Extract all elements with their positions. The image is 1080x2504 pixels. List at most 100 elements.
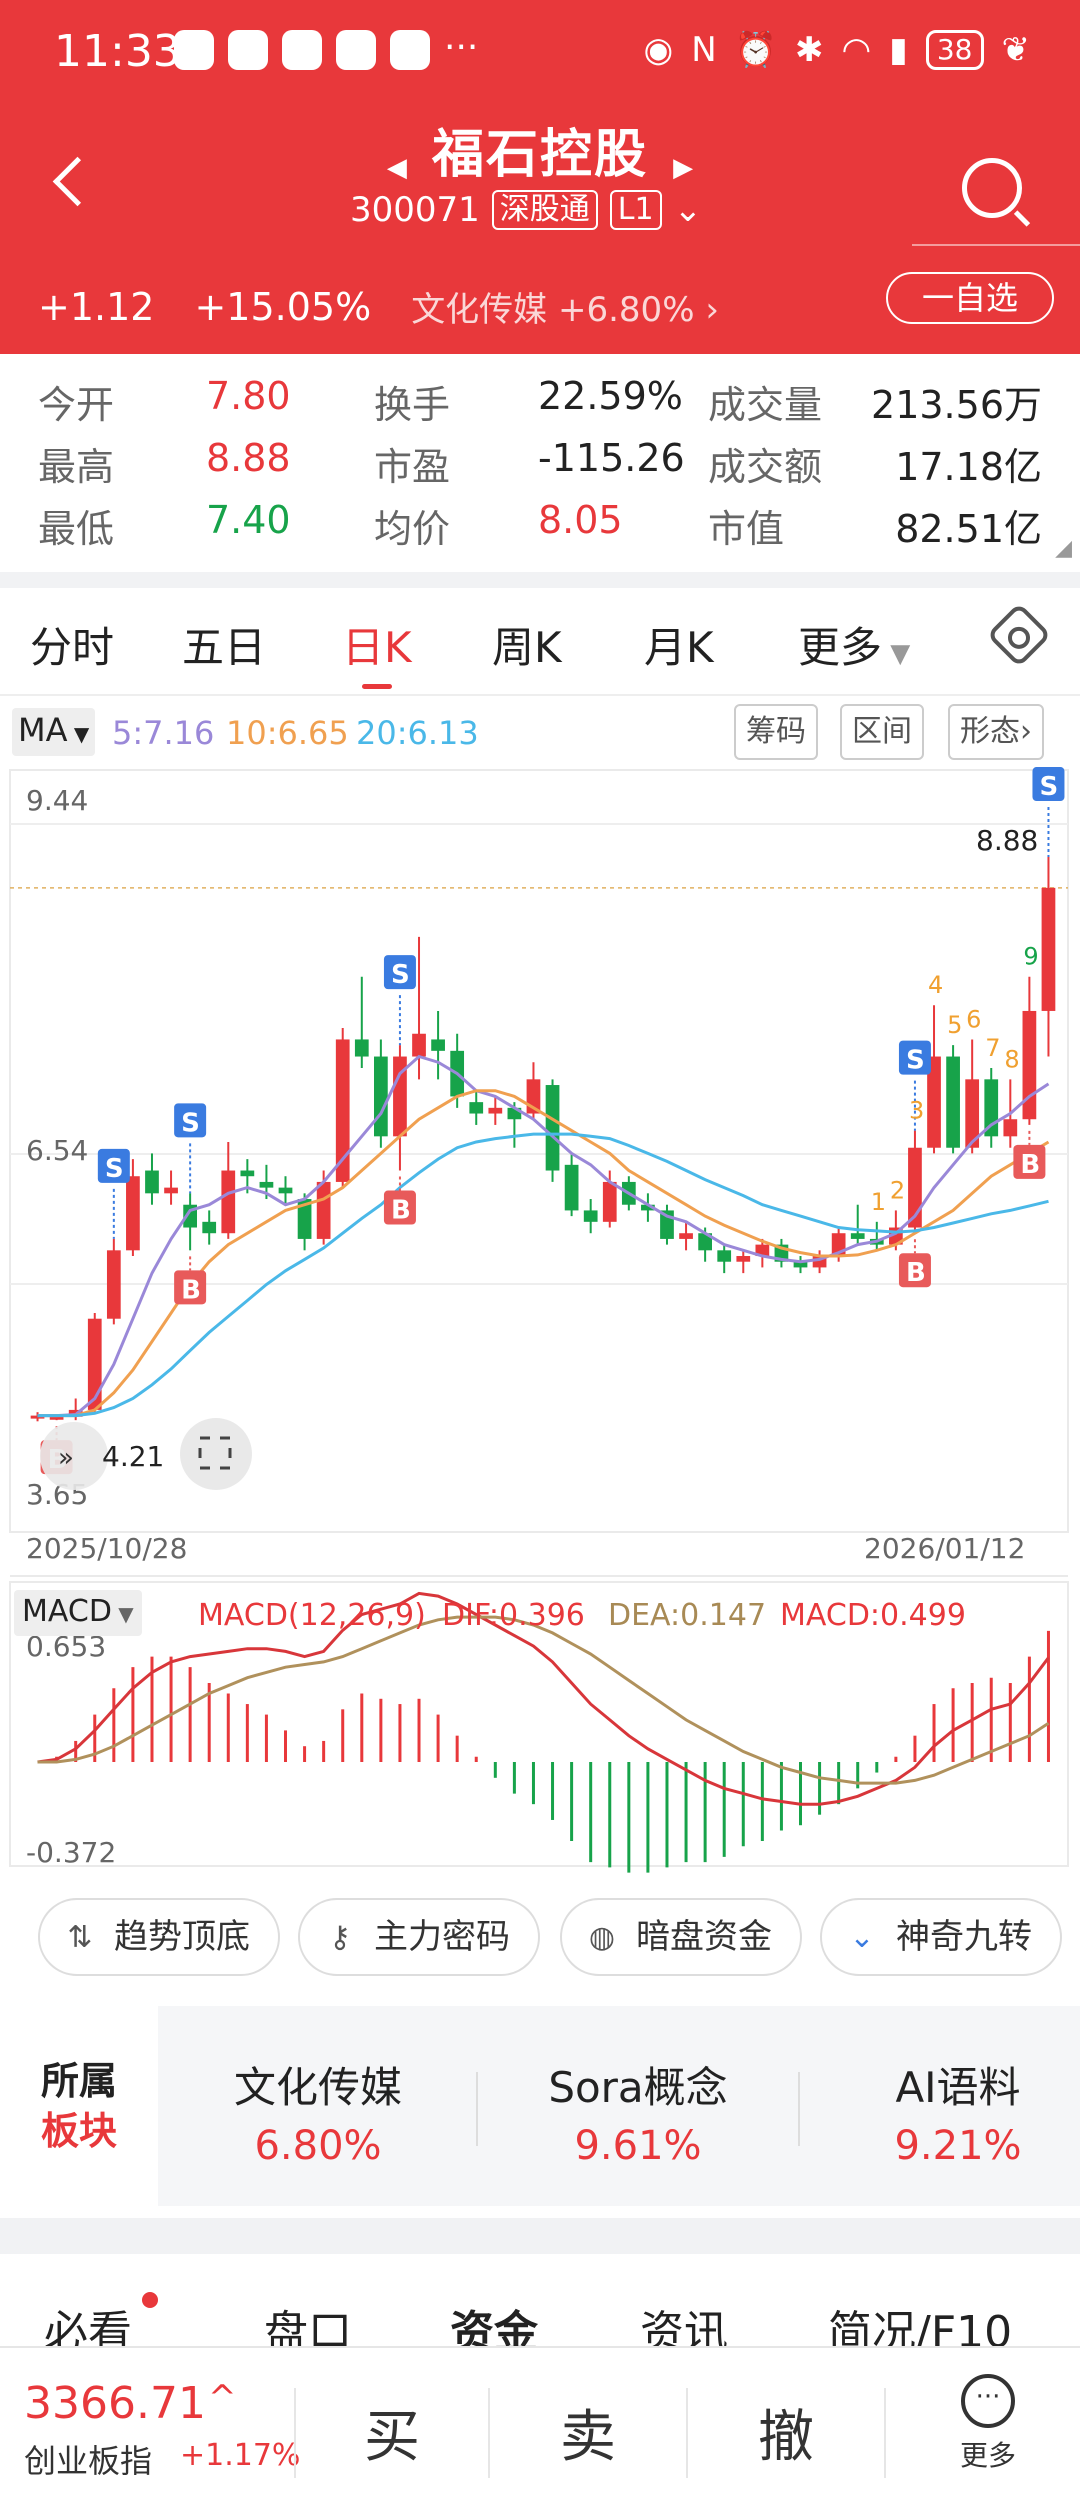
sector-title-line1: 所属 [40,2059,117,2103]
mcap-value: 82.51亿 [895,507,1042,551]
fullscreen-icon[interactable] [180,1418,252,1490]
sector-item-sora[interactable]: Sora概念 9.61% [488,2054,788,2169]
marker-b-label: B [1020,1150,1040,1180]
kline-chart[interactable]: 9.44 6.54 3.65 SBSBSBSBBS123456789 8.88 … [0,764,1080,1874]
nine-turn-digit: 7 [985,1034,1000,1062]
add-watchlist-button[interactable]: 一自选 [886,272,1054,324]
pe-value: -115.26 [538,436,685,480]
header: 11:33 ··· ◉ N ⏰ ✱ ◠ ▮ 38 ❦ ◀ 福石控股 ▶ 3000… [0,0,1080,354]
macd-value: MACD:0.499 [780,1598,966,1633]
sector-item-value: 9.21% [894,2123,1022,2169]
sell-button[interactable]: 卖 [528,2392,648,2473]
more-button[interactable]: ··· 更多 [940,2374,1036,2474]
sector-panel: 所属 板块 文化传媒 6.80% Sora概念 9.61% AI语料 9.21% [0,2006,1080,2206]
candle-body [488,1107,503,1114]
open-label: 今开 [38,383,115,427]
search-icon[interactable] [962,158,1022,218]
chip-label: 主力密码 [374,1917,510,1957]
macd-select[interactable]: MACD ▼ [14,1590,142,1636]
notification-icons: ··· [174,30,478,70]
chip-trend[interactable]: ⇅ 趋势顶底 [38,1898,280,1976]
ma10-value: 10:6.65 [226,714,349,752]
candle-body [431,1039,445,1051]
sector-item-name: 文化传媒 [233,2063,402,2112]
tab-weekly-k[interactable]: 周K [492,614,562,675]
low-value: 7.40 [206,498,291,542]
tab-intraday[interactable]: 分时 [30,614,114,675]
app-icon [390,30,430,70]
sector-item-ai-corpus[interactable]: AI语料 9.21% [808,2054,1080,2169]
candle-body [202,1221,217,1234]
tab-daily-k[interactable]: 日K [342,614,412,675]
date-start: 2025/10/28 [26,1532,187,1565]
sector-item-media[interactable]: 文化传媒 6.80% [168,2054,468,2169]
candle-body [354,1039,369,1057]
info-tabs: 必看 盘口 资金 资讯 简况/F10 [0,2268,1080,2358]
y-axis-top: 9.44 [26,784,88,817]
sector-title-line2: 板块 [40,2109,117,2153]
nine-turn-digit: 2 [890,1176,905,1204]
candle-body [126,1176,140,1251]
range-button[interactable]: 区间 [840,704,924,760]
level-tag[interactable]: L1 [609,190,662,230]
prev-stock-icon[interactable]: ◀ [387,153,407,183]
chip-dark-fund[interactable]: ◍ 暗盘资金 [560,1898,802,1976]
nine-turn-digit: 8 [1004,1045,1019,1073]
ma-select[interactable]: MA ▼ [12,708,96,756]
index-change: +1.17% [180,2438,301,2473]
period-tabs: 分时 五日 日K 周K 月K 更多 ▼ [0,600,1080,690]
nine-turn-digit: 4 [928,971,943,999]
candle-body [1022,1010,1037,1120]
chip-label: 暗盘资金 [636,1917,772,1957]
header-sector-link[interactable]: 文化传媒 +6.80% › [411,282,719,331]
sector-change: +6.80% [558,290,695,330]
tab-five-day[interactable]: 五日 [182,614,266,675]
expand-corner-icon[interactable]: ◢ [1055,536,1072,561]
sector-name: 文化传媒 [411,290,548,330]
candle-body [946,1056,960,1148]
macd-select-label: MACD [22,1594,112,1629]
candle-body [545,1085,560,1171]
alarm-icon: ⏰ [734,30,777,70]
marker-s-label: S [1039,772,1058,802]
candle-body [412,1033,426,1057]
chips-button[interactable]: 筹码 [734,704,818,760]
chip-main-force[interactable]: ⚷ 主力密码 [298,1898,540,1976]
chip-nine-turn[interactable]: ⌄ 神奇九转 [820,1898,1062,1976]
section-gap [0,2218,1080,2254]
candle-body [564,1164,579,1211]
app-icon [336,30,376,70]
index-value: 3366.71 [24,2378,206,2429]
bottom-bar: 3366.71 ^ 创业板指 +1.17% 买 卖 撤 ··· 更多 [0,2346,1080,2504]
marker-s-label: S [906,1046,925,1076]
pe-label: 市盈 [374,445,451,489]
chevron-right-icon: › [1020,714,1032,749]
buy-button[interactable]: 买 [332,2392,452,2473]
nine-turn-digit: 9 [1023,943,1038,971]
section-gap [0,572,1080,588]
expand-left-icon[interactable] [40,1422,108,1490]
wifi-icon: ◠ [841,30,872,70]
candle-body [679,1233,693,1239]
marker-s-label: S [391,960,410,990]
status-time: 11:33 [54,26,181,77]
candle-body [240,1170,255,1177]
tab-monthly-k[interactable]: 月K [644,614,714,675]
tab-more[interactable]: 更多 ▼ [798,614,910,675]
candle-body [1003,1119,1018,1137]
candle-body [49,1416,64,1420]
next-stock-icon[interactable]: ▶ [673,153,693,183]
candles [30,857,1056,1422]
up-caret-icon: ^ [208,2378,237,2418]
nine-turn-digit: 5 [947,1011,962,1039]
sector-title: 所属 板块 [0,2006,158,2206]
chevron-down-icon[interactable]: ⌄ [674,190,703,230]
divider [798,2072,800,2146]
macd-params: MACD(12,26,9) [198,1598,426,1633]
signal-icon: ▮ [889,30,908,70]
chip-label: 趋势顶底 [114,1917,250,1957]
pattern-button[interactable]: 形态› [948,704,1044,760]
candle-body [850,1233,865,1239]
sector-item-name: AI语料 [895,2063,1021,2112]
cancel-order-button[interactable]: 撤 [726,2392,846,2473]
